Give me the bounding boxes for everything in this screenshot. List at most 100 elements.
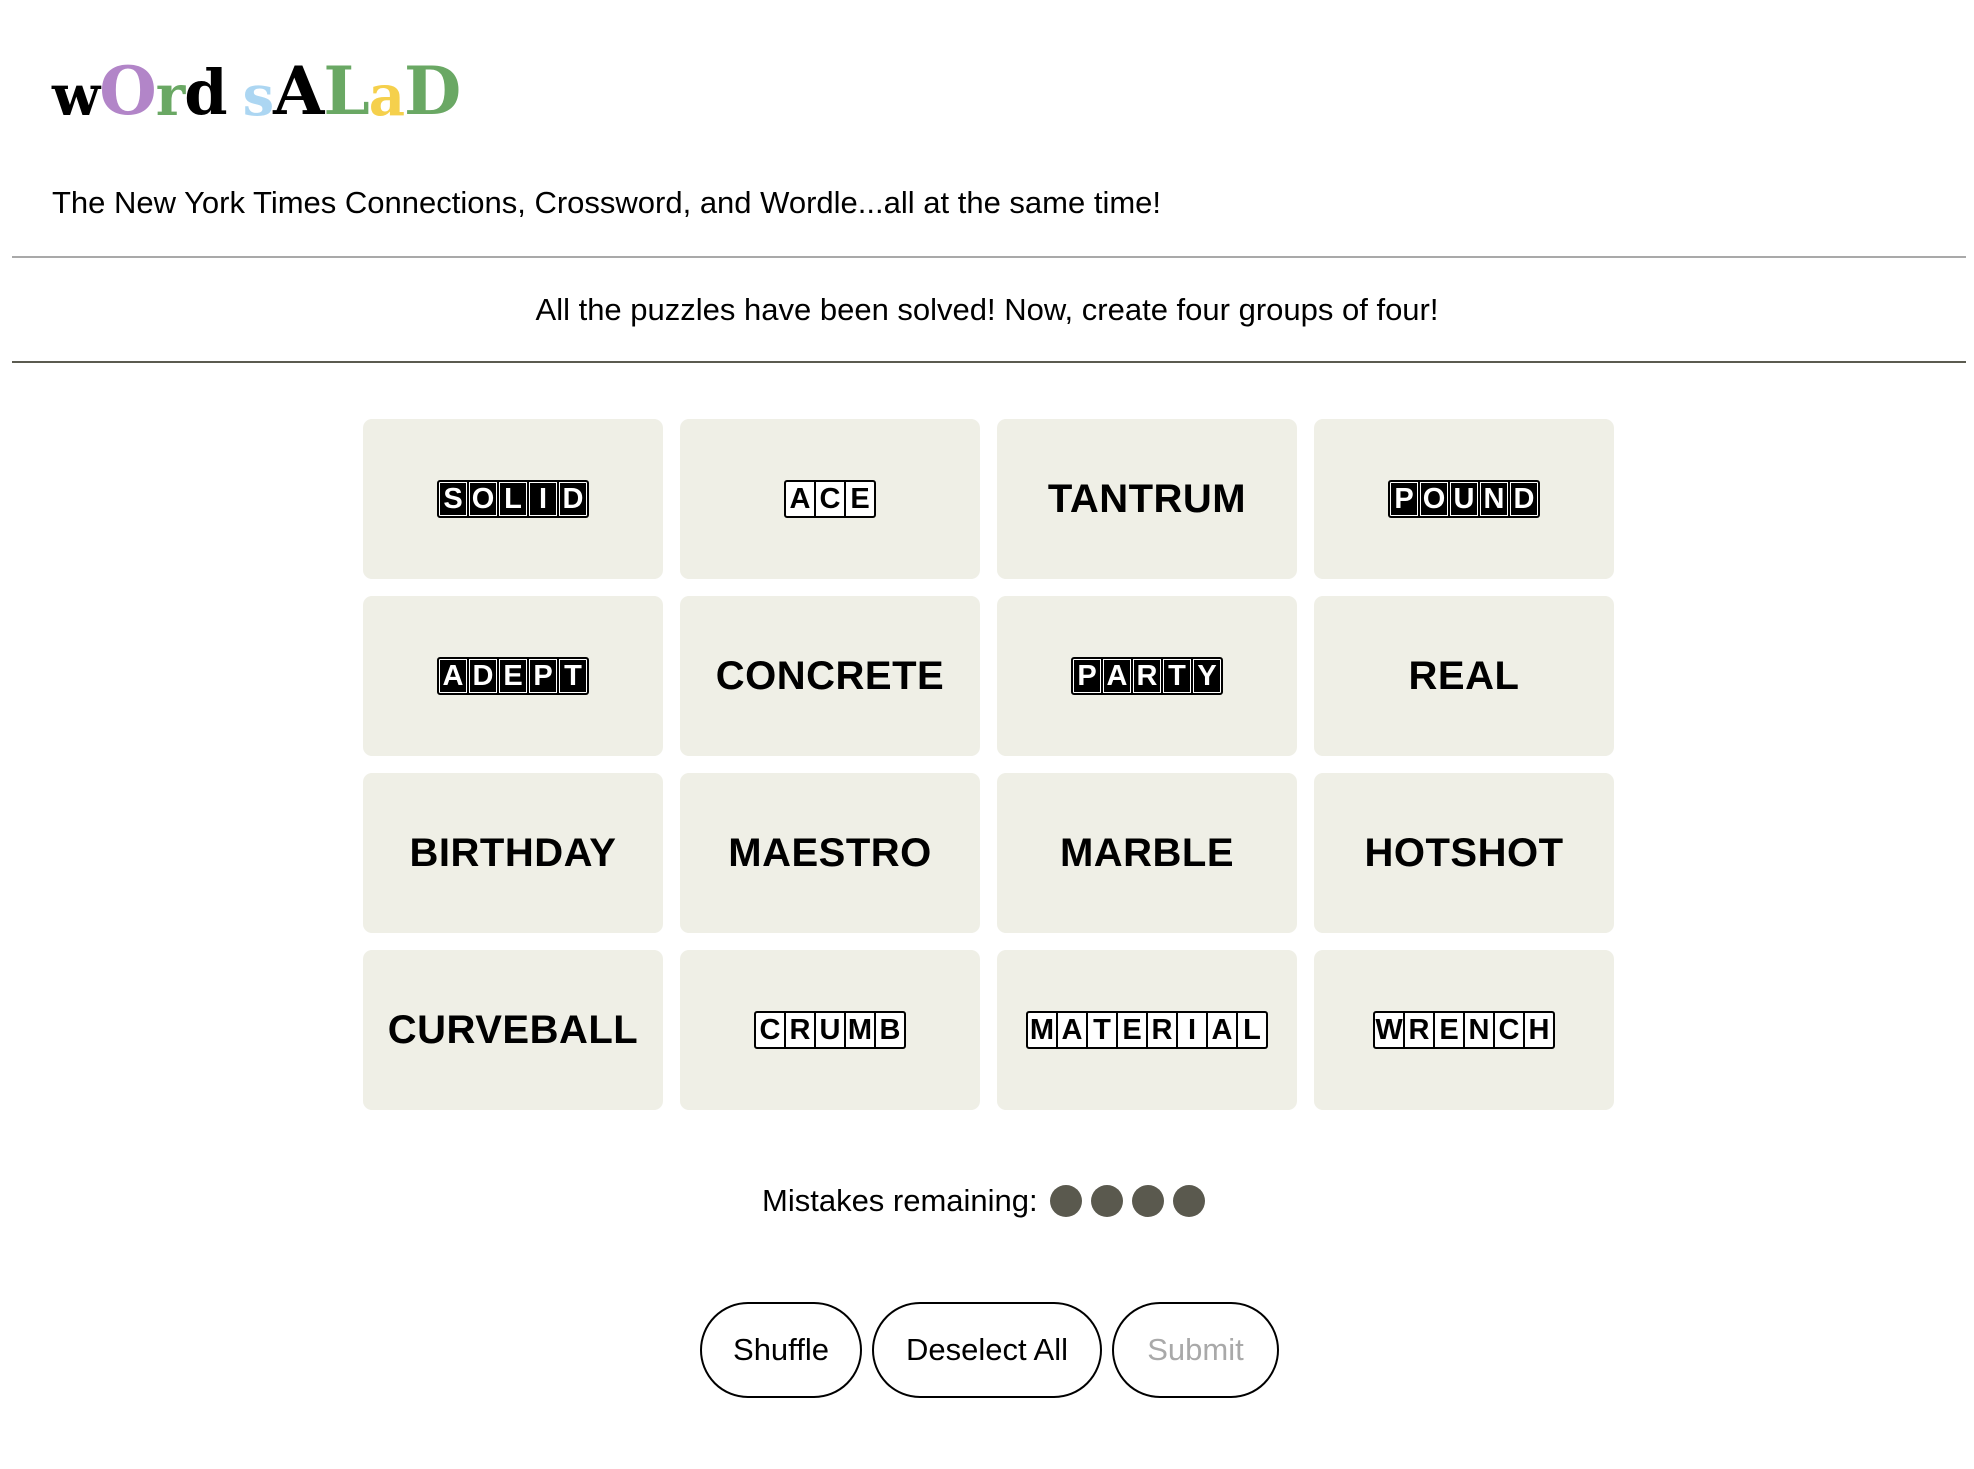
letter-cell: D (559, 482, 587, 516)
tagline: The New York Times Connections, Crosswor… (52, 185, 1162, 220)
letter-cell: E (846, 482, 874, 516)
letter-cell: E (499, 659, 527, 693)
tile-word-boxed: ACE (784, 480, 876, 518)
letter-cell: T (559, 659, 587, 693)
letter-cell: M (1028, 1013, 1056, 1047)
letter-cell: L (499, 482, 527, 516)
letter-cell: H (1525, 1013, 1553, 1047)
logo-letter (227, 68, 243, 124)
letter-cell: A (1103, 659, 1131, 693)
letter-cell: U (816, 1013, 844, 1047)
word-tile-concrete[interactable]: CONCRETE (680, 596, 980, 756)
letter-cell: T (1088, 1013, 1116, 1047)
word-tile-pound[interactable]: POUND (1314, 419, 1614, 579)
logo-letter: w (52, 63, 100, 129)
word-tile-solid[interactable]: SOLID (363, 419, 663, 579)
letter-cell: U (1450, 482, 1478, 516)
logo-letter: O (99, 52, 156, 130)
word-tile-party[interactable]: PARTY (997, 596, 1297, 756)
letter-cell: A (786, 482, 814, 516)
logo-letter: d (184, 56, 227, 129)
tile-word: TANTRUM (1047, 476, 1247, 521)
letter-cell: N (1465, 1013, 1493, 1047)
word-grid: S O L I D A C E TANTRUM P O U N D A D E P T CONCRETE P A R T Y RE… (363, 419, 1614, 1110)
word-tile-adept[interactable]: ADEPT (363, 596, 663, 756)
letter-cell: R (786, 1013, 814, 1047)
letter-cell: C (816, 482, 844, 516)
tile-word-boxed: MATERIAL (1026, 1011, 1268, 1049)
letter-cell: T (1163, 659, 1191, 693)
letter-cell: O (469, 482, 497, 516)
word-tile-real[interactable]: REAL (1314, 596, 1614, 756)
tile-word: CONCRETE (715, 653, 945, 698)
mistake-dot (1049, 1185, 1082, 1217)
word-tile-crumb[interactable]: CRUMB (680, 950, 980, 1110)
letter-cell: C (1495, 1013, 1523, 1047)
mistake-dots (1049, 1185, 1205, 1217)
letter-cell: D (469, 659, 497, 693)
deselect-all-button[interactable]: Deselect All (872, 1302, 1102, 1398)
tile-word-boxed: POUND (1388, 480, 1540, 518)
word-tile-wrench[interactable]: WRENCH (1314, 950, 1614, 1110)
word-tile-birthday[interactable]: BIRTHDAY (363, 773, 663, 933)
letter-cell: R (1405, 1013, 1433, 1047)
word-salad-logo: wOrd sALaD (52, 52, 461, 130)
letter-cell: A (1208, 1013, 1236, 1047)
tile-word: BIRTHDAY (409, 830, 617, 875)
logo-letter: a (368, 63, 405, 129)
letter-cell: S (439, 482, 467, 516)
tile-word-boxed: CRUMB (754, 1011, 906, 1049)
mistake-dot (1131, 1185, 1164, 1217)
word-tile-ace[interactable]: ACE (680, 419, 980, 579)
letter-cell: E (1435, 1013, 1463, 1047)
letter-cell: N (1480, 482, 1508, 516)
shuffle-button[interactable]: Shuffle (700, 1302, 862, 1398)
letter-cell: A (439, 659, 467, 693)
letter-cell: P (529, 659, 557, 693)
letter-cell: D (1510, 482, 1538, 516)
letter-cell: B (876, 1013, 904, 1047)
tile-word-boxed: WRENCH (1373, 1011, 1555, 1049)
mistake-dot (1172, 1185, 1205, 1217)
letter-cell: M (846, 1013, 874, 1047)
logo-letter: A (273, 52, 324, 130)
word-tile-tantrum[interactable]: TANTRUM (997, 419, 1297, 579)
tile-word: HOTSHOT (1364, 830, 1564, 875)
logo-letter: s (242, 63, 275, 129)
letter-cell: I (1178, 1013, 1206, 1047)
top-divider (12, 256, 1966, 258)
tile-word-boxed: ADEPT (437, 657, 589, 695)
letter-cell: L (1238, 1013, 1266, 1047)
word-tile-hotshot[interactable]: HOTSHOT (1314, 773, 1614, 933)
mistake-dot (1090, 1185, 1123, 1217)
tile-word: CURVEBALL (387, 1007, 639, 1052)
word-tile-material[interactable]: MATERIAL (997, 950, 1297, 1110)
tile-word-boxed: SOLID (437, 480, 589, 518)
letter-cell: O (1420, 482, 1448, 516)
tile-word-boxed: PARTY (1071, 657, 1223, 695)
letter-cell: Y (1193, 659, 1221, 693)
mistakes-label: Mistakes remaining: (762, 1183, 1038, 1218)
submit-button[interactable]: Submit (1112, 1302, 1279, 1398)
word-tile-maestro[interactable]: MAESTRO (680, 773, 980, 933)
logo-letter: L (323, 52, 369, 130)
letter-cell: C (756, 1013, 784, 1047)
tile-word: MARBLE (1059, 830, 1235, 875)
mistakes-remaining: Mistakes remaining: (762, 1181, 1205, 1221)
logo-letter: r (155, 63, 185, 129)
word-tile-curveball[interactable]: CURVEBALL (363, 950, 663, 1110)
letter-cell: W (1375, 1013, 1403, 1047)
letter-cell: P (1390, 482, 1418, 516)
status-message: All the puzzles have been solved! Now, c… (535, 292, 1439, 327)
letter-cell: E (1118, 1013, 1146, 1047)
letter-cell: P (1073, 659, 1101, 693)
letter-cell: R (1133, 659, 1161, 693)
letter-cell: R (1148, 1013, 1176, 1047)
letter-cell: A (1058, 1013, 1086, 1047)
word-tile-marble[interactable]: MARBLE (997, 773, 1297, 933)
tile-word: MAESTRO (728, 830, 932, 875)
tile-word: REAL (1408, 653, 1520, 698)
bottom-divider (12, 361, 1966, 363)
logo-letter: D (404, 52, 461, 130)
letter-cell: I (529, 482, 557, 516)
